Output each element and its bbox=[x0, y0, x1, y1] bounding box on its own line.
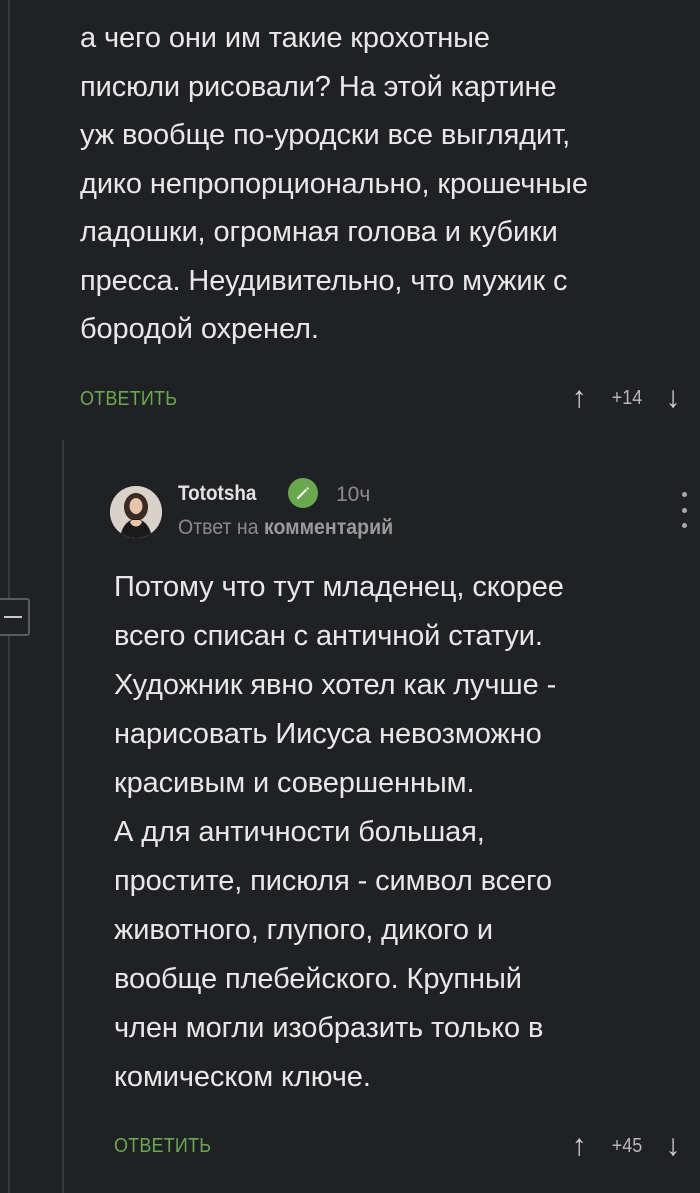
upvote-icon[interactable]: ↑ bbox=[564, 378, 594, 418]
upvote-icon[interactable]: ↑ bbox=[564, 1126, 594, 1166]
avatar[interactable] bbox=[110, 486, 162, 538]
thread-line-root[interactable] bbox=[8, 0, 10, 1193]
comments-page: а чего они им такие крохотные писюли рис… bbox=[0, 0, 700, 1193]
comment-score: +14 bbox=[611, 386, 643, 409]
downvote-icon[interactable]: ↓ bbox=[658, 1126, 688, 1166]
comment-header: Tototsha 10ч Ответ на комментарий bbox=[110, 478, 690, 548]
vote-controls: ↑ +45 ↓ bbox=[564, 1126, 688, 1166]
timestamp: 10ч bbox=[336, 483, 371, 506]
reply-to-line: Ответ на комментарий bbox=[178, 516, 393, 540]
reply-to-target-link[interactable]: комментарий bbox=[264, 516, 393, 539]
dot bbox=[681, 523, 687, 528]
username-link[interactable]: Tototsha bbox=[178, 482, 256, 506]
dot bbox=[681, 492, 687, 497]
reply-to-prefix: Ответ на bbox=[178, 516, 259, 539]
reply-button[interactable]: ОТВЕТИТЬ bbox=[114, 1135, 211, 1158]
comment-body: Потому что тут младенец, скорее всего сп… bbox=[114, 571, 564, 1093]
thread-line-reply[interactable] bbox=[62, 440, 64, 1193]
comment-score: +45 bbox=[611, 1134, 643, 1157]
vote-controls: ↑ +14 ↓ bbox=[564, 378, 688, 418]
downvote-icon[interactable]: ↓ bbox=[658, 378, 688, 418]
minus-icon bbox=[4, 616, 22, 618]
comment-body: а чего они им такие крохотные писюли рис… bbox=[80, 22, 588, 345]
verified-badge-icon bbox=[288, 478, 318, 508]
dot bbox=[681, 507, 687, 513]
reply-button[interactable]: ОТВЕТИТЬ bbox=[80, 388, 177, 411]
more-options-icon[interactable] bbox=[678, 492, 690, 528]
avatar-image bbox=[110, 486, 162, 538]
collapse-thread-button[interactable] bbox=[0, 598, 30, 636]
